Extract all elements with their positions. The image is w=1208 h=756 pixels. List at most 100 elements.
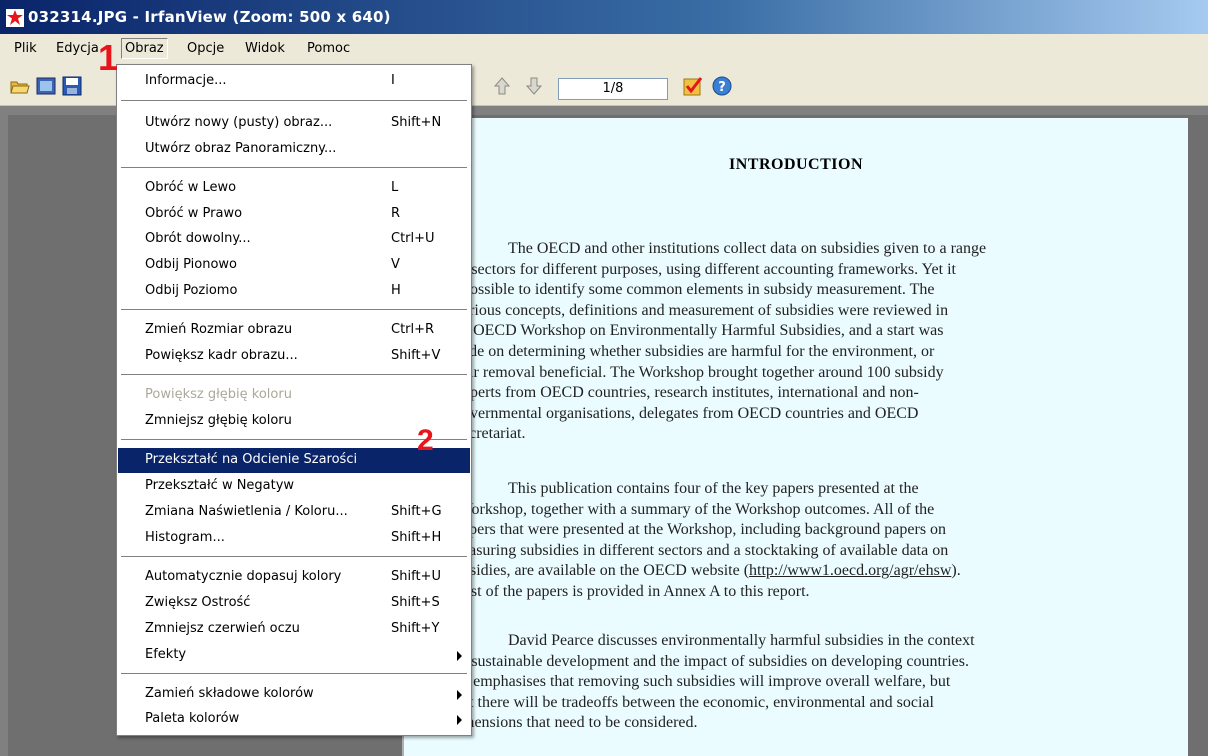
menu-separator [121,374,467,376]
slideshow-icon[interactable] [36,76,56,96]
menu-opcje[interactable]: Opcje [187,41,224,56]
menu-item-negative[interactable]: Przekształć w Negatyw [118,474,470,499]
menu-item-label: Powiększ głębię koloru [145,387,292,402]
oecd-website-link: http://www1.oecd.org/agr/ehsw [749,562,952,580]
menu-item-label: Obróć w Prawo [145,206,243,221]
menu-item-shortcut: Shift+N [391,115,442,130]
menu-item-sharpen[interactable]: Zwiększ Ostrość Shift+S [118,591,470,616]
menu-item-label: Zmień Rozmiar obrazu [145,322,293,337]
menu-item-swap-colors[interactable]: Zamień składowe kolorów [118,682,470,707]
menu-item-label: Przekształć w Negatyw [145,478,295,493]
text-line: e OECD Workshop on Environmentally Harmf… [462,322,944,340]
menu-item-flip-horizontal[interactable]: Odbij Poziomo H [118,279,470,304]
menu-item-informacje[interactable]: Informacje... I [118,69,470,94]
menu-item-shortcut: R [391,206,401,221]
menu-item-color-corrections[interactable]: Zmiana Naświetlenia / Koloru... Shift+G [118,500,470,525]
menu-item-canvas-size[interactable]: Powiększ kadr obrazu... Shift+V [118,344,470,369]
help-icon[interactable]: ? [712,76,732,96]
menu-item-label: Powiększ kadr obrazu... [145,348,298,363]
menu-item-custom-rotation[interactable]: Obrót dowolny... Ctrl+U [118,227,470,252]
menu-edycja[interactable]: Edycja [56,41,99,56]
menu-item-label: Zmniejsz głębię koloru [145,413,292,428]
annotation-marker-1: 1 [98,37,119,78]
menu-item-label: Zmiana Naświetlenia / Koloru... [145,504,348,519]
menu-item-shortcut: L [391,180,399,195]
menu-item-resize[interactable]: Zmień Rozmiar obrazu Ctrl+R [118,318,470,343]
menu-item-new-image[interactable]: Utwórz nowy (pusty) obraz... Shift+N [118,111,470,136]
next-icon[interactable] [524,76,544,96]
menu-item-label: Zamień składowe kolorów [145,686,314,701]
text-line: mensions that need to be considered. [462,714,698,732]
title-bar: 032314.JPG - IrfanView (Zoom: 500 x 640) [0,0,1208,34]
save-icon[interactable] [62,76,82,96]
menu-item-shortcut: Shift+U [391,569,441,584]
menu-item-histogram[interactable]: Histogram... Shift+H [118,526,470,551]
menu-obraz[interactable]: Obraz [121,38,168,59]
text-line: easuring subsidies in different sectors … [462,541,949,559]
menu-item-palette[interactable]: Paleta kolorów [118,707,470,732]
document-image: INTRODUCTION The OECD and other institut… [404,118,1188,756]
submenu-arrow-icon [457,715,462,725]
menu-item-label: Obrót dowolny... [145,231,251,246]
menu-item-shortcut: Shift+G [391,504,442,519]
irfanview-logo-icon [6,9,24,27]
menu-item-label: Odbij Pionowo [145,257,237,272]
menu-item-shortcut: V [391,257,400,272]
menu-item-label: Zwiększ Ostrość [145,595,251,610]
menu-widok[interactable]: Widok [245,41,285,56]
menu-item-panorama[interactable]: Utwórz obraz Panoramiczny... [118,137,470,162]
text-line: f sectors for different purposes, using … [462,260,956,278]
text-line: list of the papers is provided in Annex … [462,582,810,600]
menu-item-label: Automatycznie dopasuj kolory [145,569,342,584]
menu-item-flip-vertical[interactable]: Odbij Pionowo V [118,253,470,278]
menu-item-label: Utwórz obraz Panoramiczny... [145,141,337,156]
text-line: ade on determining whether subsidies are… [462,342,935,360]
menu-item-rotate-right[interactable]: Obróć w Prawo R [118,202,470,227]
text-line: bsidies, are available on the OECD websi… [462,562,961,580]
menu-item-label: Paleta kolorów [145,711,240,726]
menu-item-shortcut: Shift+H [391,530,442,545]
menu-plik[interactable]: Plik [14,41,37,56]
menu-bar: Plik Edycja Obraz Opcje Widok Pomoc [0,34,1208,64]
text-line: The OECD and other institutions collect … [508,240,987,257]
menu-item-rotate-left[interactable]: Obróć w Lewo L [118,176,470,201]
menu-item-red-eye-reduction[interactable]: Zmniejsz czerwień oczu Shift+Y [118,617,470,642]
text-line: Vorkshop, together with a summary of the… [462,500,935,518]
menu-pomoc[interactable]: Pomoc [307,41,350,56]
menu-separator [121,673,467,675]
document-paragraph-1: The OECD and other institutions collect … [462,239,1182,445]
menu-item-label: Informacje... [145,73,227,88]
menu-separator [121,556,467,558]
text-line: at there will be tradeoffs between the e… [462,693,934,711]
text-line: eir removal beneficial. The Workshop bro… [462,363,944,381]
text-line: e emphasises that removing such subsidie… [462,673,951,691]
menu-item-shortcut: Shift+V [391,348,441,363]
document-paragraph-3: David Pearce discusses environmentally h… [462,631,1182,734]
menu-item-auto-adjust-colors[interactable]: Automatycznie dopasuj kolory Shift+U [118,565,470,590]
checkmark-icon[interactable] [683,76,703,96]
svg-text:?: ? [718,80,726,95]
menu-item-label: Obróć w Lewo [145,180,237,195]
menu-separator [121,100,467,102]
text-line: David Pearce discusses environmentally h… [508,632,975,649]
open-folder-icon[interactable] [10,76,30,96]
menu-separator [121,439,467,441]
previous-icon[interactable] [492,76,512,96]
text-line: arious concepts, definitions and measure… [462,301,949,319]
page-number-field[interactable]: 1/8 [558,78,668,100]
menu-item-label: Zmniejsz czerwień oczu [145,621,300,636]
menu-separator [121,309,467,311]
text-line: f sustainable development and the impact… [462,652,969,670]
menu-item-increase-color-depth: Powiększ głębię koloru [118,383,470,408]
menu-item-effects[interactable]: Efekty [118,643,470,668]
menu-item-shortcut: Ctrl+U [391,231,435,246]
text-line: ecretariat. [462,425,526,443]
menu-item-label: Przekształć na Odcienie Szarości [145,452,358,467]
menu-item-label: Histogram... [145,530,225,545]
annotation-marker-2: 2 [417,424,434,457]
text-line: overnmental organisations, delegates fro… [462,404,919,422]
menu-item-shortcut: Shift+Y [391,621,440,636]
text-line: possible to identify some common element… [462,281,935,299]
menu-item-label: Odbij Poziomo [145,283,238,298]
obraz-dropdown-menu: Informacje... I Utwórz nowy (pusty) obraz… [116,64,472,736]
